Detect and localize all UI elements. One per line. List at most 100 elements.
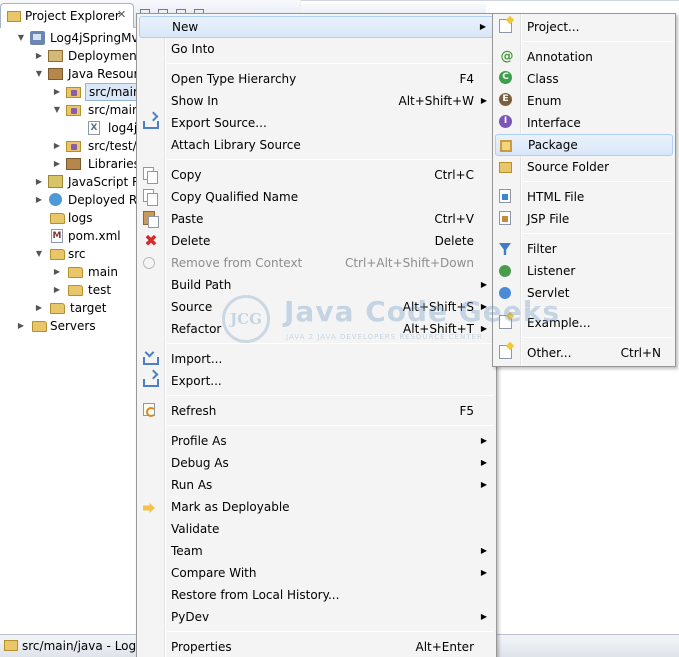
expand-toggle[interactable]: ▶ (52, 155, 62, 173)
menu-item-servlet[interactable]: Servlet (495, 282, 673, 304)
menu-item-paste[interactable]: Paste Ctrl+V (139, 208, 494, 230)
menu-item-class[interactable]: C Class (495, 68, 673, 90)
menu-item-validate[interactable]: Validate (139, 518, 494, 540)
collapse-toggle[interactable]: ▼ (16, 29, 26, 47)
folder-icon (50, 249, 65, 260)
menu-separator (523, 307, 673, 308)
menu-item-refresh[interactable]: Refresh F5 (139, 400, 494, 422)
menu-item-go-into[interactable]: Go Into (139, 38, 494, 60)
menu-item-new[interactable]: New ▶ (139, 16, 494, 38)
menu-item-export-source[interactable]: Export Source... (139, 112, 494, 134)
menu-item-other[interactable]: Other... Ctrl+N (495, 342, 673, 364)
menu-separator (167, 63, 494, 64)
menu-separator (523, 337, 673, 338)
menu-item-debug-as[interactable]: Debug As ▶ (139, 452, 494, 474)
menu-item-mark-as-deployable[interactable]: Mark as Deployable (139, 496, 494, 518)
menu-item-interface[interactable]: I Interface (495, 112, 673, 134)
import-icon (143, 357, 159, 365)
menu-separator (523, 233, 673, 234)
menu-item-open-type-hierarchy[interactable]: Open Type Hierarchy F4 (139, 68, 494, 90)
copy-icon (143, 167, 158, 184)
menu-item-new-project[interactable]: Project... (495, 16, 673, 38)
menu-item-html-file[interactable]: HTML File (495, 186, 673, 208)
enum-icon: E (499, 93, 512, 106)
remove-context-icon (143, 257, 155, 269)
listener-icon (499, 265, 511, 277)
menu-item-profile-as[interactable]: Profile As ▶ (139, 430, 494, 452)
class-icon: C (499, 71, 512, 84)
menu-separator (167, 159, 494, 160)
expand-toggle[interactable]: ▶ (52, 281, 62, 299)
new-project-icon (499, 19, 512, 33)
menu-item-copy-qualified-name[interactable]: Copy Qualified Name (139, 186, 494, 208)
submenu-arrow-icon: ▶ (480, 546, 487, 555)
source-folder-icon (499, 162, 512, 173)
context-menu: New ▶ Go Into Open Type Hierarchy F4 Show … (136, 13, 497, 657)
menu-item-export[interactable]: Export... (139, 370, 494, 392)
menu-separator (167, 395, 494, 396)
tab-project-explorer[interactable]: Project Explorer ✕ (0, 3, 134, 28)
status-text: src/main/java - Log4jS (22, 639, 155, 653)
menu-item-copy[interactable]: Copy Ctrl+C (139, 164, 494, 186)
menu-separator (523, 41, 673, 42)
servlet-icon (499, 287, 511, 299)
folder-icon (68, 285, 83, 296)
menu-item-jsp-file[interactable]: JSP File (495, 208, 673, 230)
expand-toggle[interactable]: ▶ (52, 83, 62, 101)
menu-item-source-folder[interactable]: Source Folder (495, 156, 673, 178)
menu-item-filter[interactable]: Filter (495, 238, 673, 260)
expand-toggle[interactable]: ▶ (52, 137, 62, 155)
source-folder-icon (66, 105, 81, 116)
folder-icon (50, 213, 65, 224)
menu-item-enum[interactable]: E Enum (495, 90, 673, 112)
menu-item-restore-from-local-history[interactable]: Restore from Local History... (139, 584, 494, 606)
expand-toggle[interactable]: ▶ (34, 191, 44, 209)
expand-toggle[interactable]: ▶ (34, 47, 44, 65)
deployment-descriptor-icon (48, 50, 63, 62)
menu-item-team[interactable]: Team ▶ (139, 540, 494, 562)
menu-item-annotation[interactable]: @ Annotation (495, 46, 673, 68)
collapse-toggle[interactable]: ▼ (52, 101, 62, 119)
submenu-arrow-icon: ▶ (480, 280, 487, 289)
menu-item-import[interactable]: Import... (139, 348, 494, 370)
submenu-arrow-icon: ▶ (480, 96, 487, 105)
expand-toggle[interactable]: ▶ (16, 317, 26, 335)
expand-toggle[interactable]: ▶ (34, 299, 44, 317)
menu-item-pydev[interactable]: PyDev ▶ (139, 606, 494, 628)
collapse-toggle[interactable]: ▼ (34, 245, 44, 263)
collapse-toggle[interactable]: ▼ (34, 65, 44, 83)
menu-separator (167, 631, 494, 632)
menu-item-refactor[interactable]: Refactor Alt+Shift+T ▶ (139, 318, 494, 340)
filter-icon (499, 243, 511, 255)
menu-item-attach-library-source[interactable]: Attach Library Source (139, 134, 494, 156)
menu-item-example[interactable]: Example... (495, 312, 673, 334)
source-folder-icon (66, 87, 81, 98)
html-file-icon (499, 189, 511, 203)
submenu-arrow-icon: ▶ (480, 568, 487, 577)
menu-item-build-path[interactable]: Build Path ▶ (139, 274, 494, 296)
jsp-file-icon (499, 211, 511, 225)
submenu-arrow-icon: ▶ (480, 612, 487, 621)
menu-item-compare-with[interactable]: Compare With ▶ (139, 562, 494, 584)
submenu-arrow-icon: ▶ (480, 302, 487, 311)
delete-icon: ✖ (144, 231, 158, 250)
pom-file-icon: M (51, 229, 63, 243)
submenu-arrow-icon: ▶ (480, 480, 487, 489)
menu-item-source[interactable]: Source Alt+Shift+S ▶ (139, 296, 494, 318)
refresh-icon (143, 403, 156, 417)
menu-item-package[interactable]: Package (495, 134, 673, 156)
menu-item-run-as[interactable]: Run As ▶ (139, 474, 494, 496)
menu-separator (167, 343, 494, 344)
source-folder-icon (66, 141, 81, 152)
menu-item-delete[interactable]: ✖ Delete Delete (139, 230, 494, 252)
close-icon[interactable]: ✕ (117, 8, 126, 21)
submenu-arrow-icon: ▶ (480, 436, 487, 445)
folder-icon (68, 267, 83, 278)
menu-item-show-in[interactable]: Show In Alt+Shift+W ▶ (139, 90, 494, 112)
export-icon (143, 379, 159, 387)
expand-toggle[interactable]: ▶ (34, 173, 44, 191)
menu-item-listener[interactable]: Listener (495, 260, 673, 282)
menu-item-properties[interactable]: Properties Alt+Enter (139, 636, 494, 657)
expand-toggle[interactable]: ▶ (52, 263, 62, 281)
javascript-resources-icon (48, 175, 63, 188)
